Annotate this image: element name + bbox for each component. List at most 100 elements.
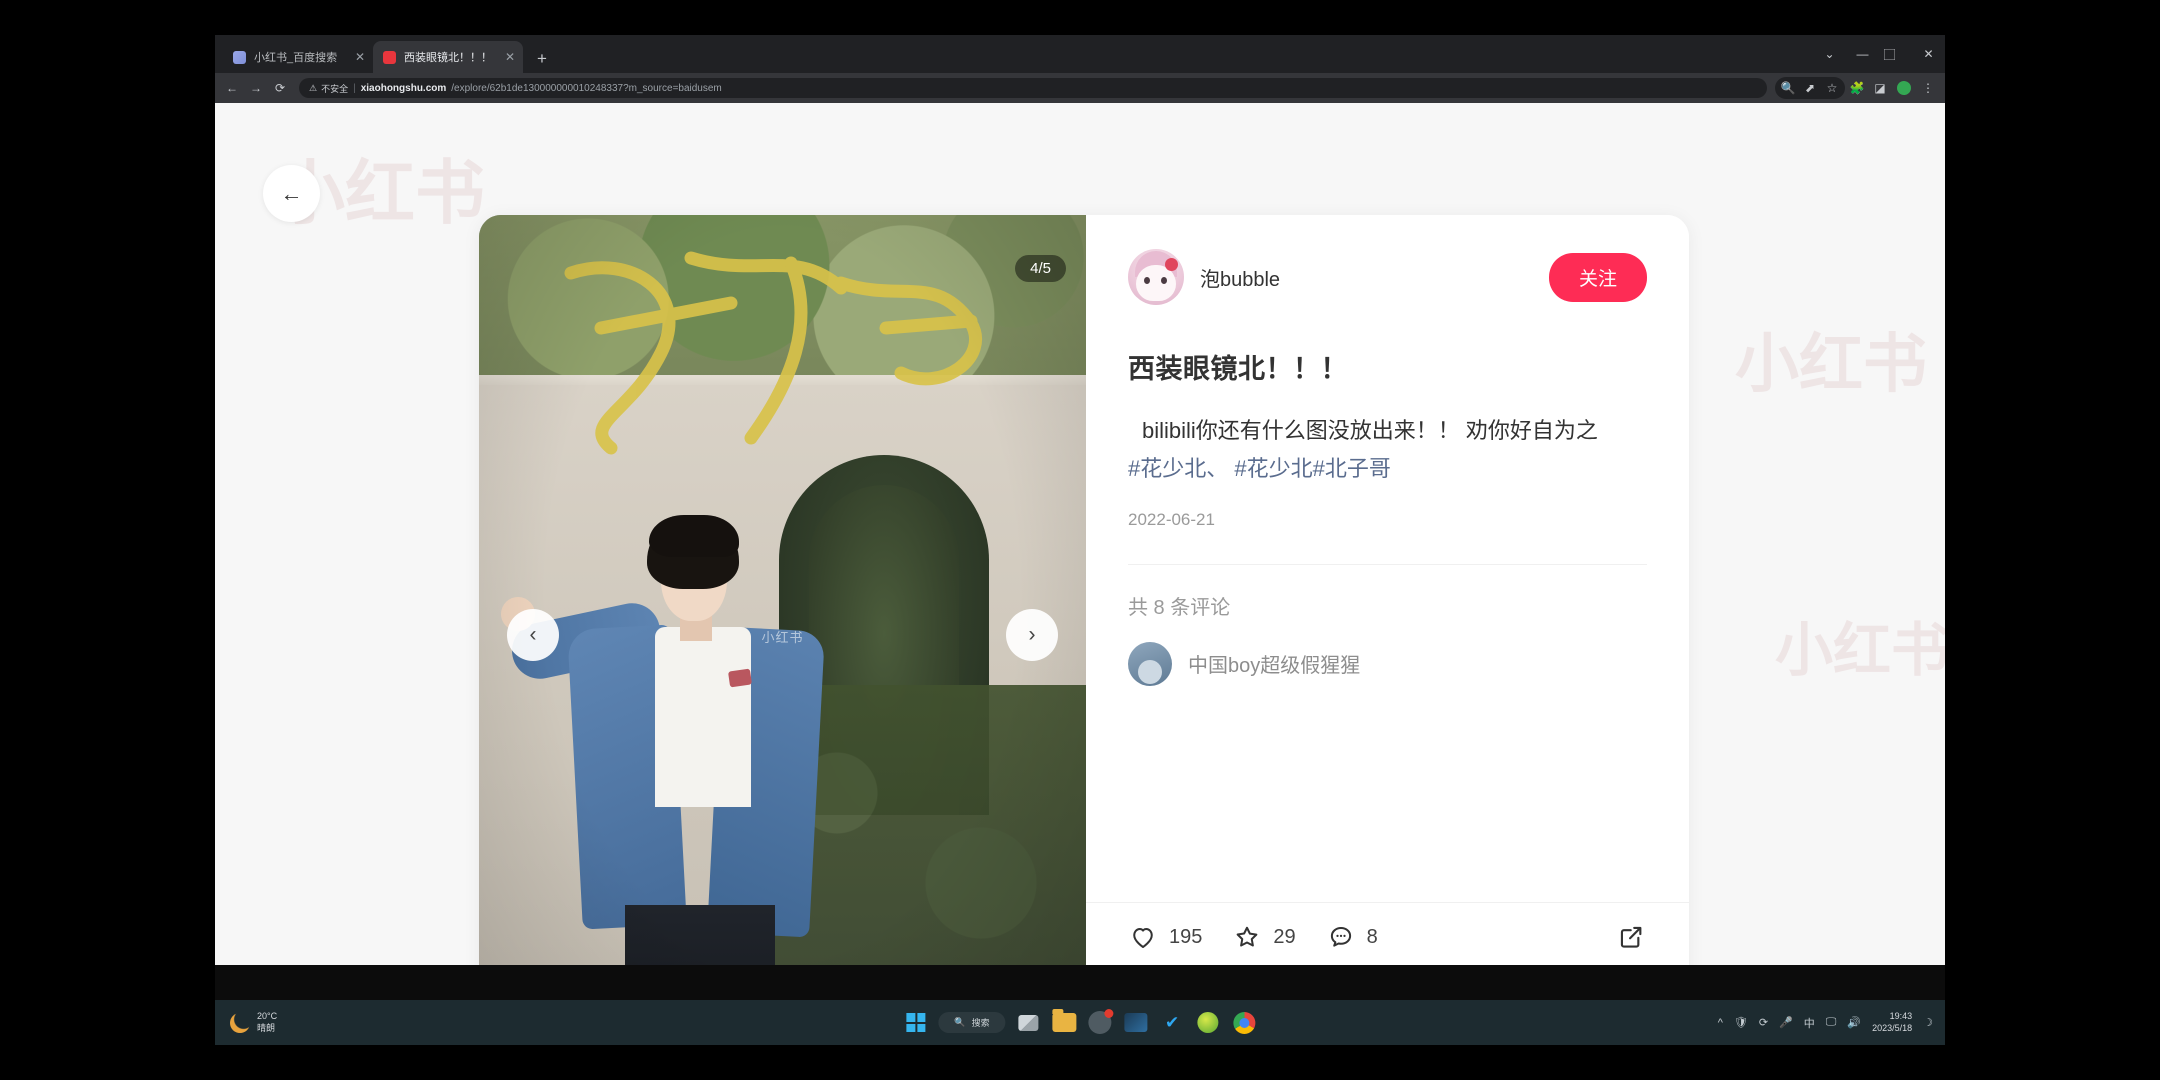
reload-icon[interactable]: ⟳ xyxy=(269,77,291,99)
next-image-button[interactable]: › xyxy=(1006,609,1058,661)
desktop: bilibili 直播 734 小红书_百度搜索 ✕ 西装眼镜北！！！ ✕ + xyxy=(215,35,1945,1045)
commenter-avatar[interactable] xyxy=(1128,641,1172,686)
display-icon[interactable]: 🖵 xyxy=(1826,1016,1837,1029)
todo-icon[interactable]: ✔ xyxy=(1159,1009,1186,1036)
menu-icon[interactable]: ⋮ xyxy=(1917,77,1939,99)
author-row: 泡bubble 关注 xyxy=(1128,249,1647,305)
image-carousel[interactable]: 小红书 4/5 ‹ › xyxy=(479,215,1086,965)
new-tab-button[interactable]: + xyxy=(529,49,555,73)
star-count: 29 xyxy=(1273,925,1296,948)
tray-date: 2023/5/18 xyxy=(1872,1022,1913,1033)
forward-icon[interactable]: → xyxy=(245,77,267,99)
weather-widget[interactable]: 20°C 晴朗 xyxy=(230,1011,277,1034)
tab-label: 小红书_百度搜索 xyxy=(254,52,338,64)
tray-time: 19:43 xyxy=(1889,1011,1913,1022)
not-secure-indicator[interactable]: ⚠ 不安全 xyxy=(309,82,348,95)
chrome-icon[interactable] xyxy=(1231,1009,1258,1036)
like-count: 195 xyxy=(1169,925,1203,948)
comment-action[interactable]: 8 xyxy=(1326,922,1378,952)
app-green-icon[interactable] xyxy=(1195,1009,1222,1036)
omnibox-separator: | xyxy=(353,82,356,94)
taskbar-apps: 🔍 搜索 ✔ xyxy=(902,1009,1257,1036)
xiaohongshu-page: 小红书 小红书 小红书 ← 小红书 4/5 ‹ › 泡bubble 关注 西装眼… xyxy=(215,103,1945,965)
task-view-icon[interactable] xyxy=(1015,1009,1042,1036)
photo-watermark: 小红书 xyxy=(761,630,804,645)
post-photo: 小红书 xyxy=(479,215,1086,965)
post-title: 西装眼镜北！！！ xyxy=(1128,354,1348,384)
chevron-down-icon[interactable]: ⌄ xyxy=(1813,39,1846,69)
comment-count-label: 共 8 条评论 xyxy=(1128,596,1231,619)
xiaohongshu-favicon xyxy=(383,50,396,64)
star-action[interactable]: 29 xyxy=(1232,922,1296,952)
close-icon[interactable]: ✕ xyxy=(505,51,515,63)
ime-icon[interactable]: 中 xyxy=(1804,1015,1815,1031)
post-hashtags[interactable]: #花少北、 #花少北#北子哥 xyxy=(1128,451,1647,486)
search-icon[interactable]: 🔍 xyxy=(1777,77,1799,99)
like-action[interactable]: 195 xyxy=(1128,922,1202,952)
post-body: bilibili你还有什么图没放出来！！ 劝你好自为之 xyxy=(1142,418,1598,443)
xiaohongshu-search-favicon xyxy=(233,50,246,64)
page-background-ghost-text: 小红书 xyxy=(1775,618,1945,683)
side-panel-icon[interactable]: ◪ xyxy=(1869,77,1891,99)
minimize-button[interactable]: — xyxy=(1846,39,1879,69)
chrome-window: 小红书_百度搜索 ✕ 西装眼镜北！！！ ✕ + ⌄ — ⃞ ✕ ← xyxy=(215,35,1945,965)
notification-icon[interactable]: ☽ xyxy=(1923,1016,1933,1029)
weather-temp: 20°C xyxy=(257,1011,278,1022)
back-button[interactable]: ← xyxy=(263,165,320,222)
star-icon xyxy=(1232,922,1262,952)
address-bar[interactable]: ⚠ 不安全 | xiaohongshu.com/explore/62b1de13… xyxy=(299,78,1767,98)
share-icon xyxy=(1615,921,1647,953)
heart-icon xyxy=(1128,922,1158,952)
tab-post[interactable]: 西装眼镜北！！！ ✕ xyxy=(373,41,523,73)
close-icon[interactable]: ✕ xyxy=(355,51,365,63)
follow-button[interactable]: 关注 xyxy=(1548,252,1647,302)
sync-icon[interactable]: ⟳ xyxy=(1759,1016,1768,1029)
tray-chevron-icon[interactable]: ^ xyxy=(1718,1017,1723,1029)
divider xyxy=(1128,563,1647,565)
puzzle-icon[interactable]: 🧩 xyxy=(1846,77,1868,99)
screen: bilibili 直播 734 小红书_百度搜索 ✕ 西装眼镜北！！！ ✕ + xyxy=(0,0,2160,1080)
toolbar-right-icons: 🔍 ⬈ ☆ 🧩 ◪ ⋮ xyxy=(1775,77,1939,99)
comment-bubble-icon xyxy=(1326,922,1356,952)
avatar[interactable] xyxy=(1128,249,1184,305)
prev-image-button[interactable]: ‹ xyxy=(507,609,559,661)
comment-count: 8 xyxy=(1366,925,1378,948)
browser-icon[interactable] xyxy=(1087,1009,1114,1036)
profile-avatar[interactable] xyxy=(1897,81,1911,95)
mic-icon[interactable]: 🎤 xyxy=(1779,1016,1793,1029)
security-label: 不安全 xyxy=(321,83,349,94)
warning-triangle-icon: ⚠ xyxy=(309,82,318,93)
tab-label: 西装眼镜北！！！ xyxy=(404,52,492,64)
commenter-name[interactable]: 中国boy超级假猩猩 xyxy=(1188,649,1360,678)
comment-item[interactable]: 中国boy超级假猩猩 xyxy=(1128,641,1647,686)
url-path: /explore/62b1de130000000010248337?m_sour… xyxy=(451,82,722,94)
post-details-pane: 泡bubble 关注 西装眼镜北！！！ bilibili你还有什么图没放出来！！… xyxy=(1086,215,1689,965)
windows-start-icon[interactable] xyxy=(902,1009,929,1036)
share-icon[interactable]: ⬈ xyxy=(1799,77,1821,99)
system-tray: ^ 🛡 ⟳ 🎤 中 🖵 🔊 19:43 2023/5/18 ☽ xyxy=(1718,1011,1933,1034)
search-label: 搜索 xyxy=(971,1018,990,1028)
scroll-fade xyxy=(1086,858,1689,902)
clock[interactable]: 19:43 2023/5/18 xyxy=(1872,1011,1912,1034)
maximize-button[interactable]: ⃞ xyxy=(1879,39,1912,69)
back-icon[interactable]: ← xyxy=(221,77,243,99)
file-explorer-icon[interactable] xyxy=(1051,1009,1078,1036)
tab-xiaohongshu-search[interactable]: 小红书_百度搜索 ✕ xyxy=(223,41,373,73)
close-window-button[interactable]: ✕ xyxy=(1912,39,1945,69)
photos-icon[interactable] xyxy=(1123,1009,1150,1036)
window-controls: ⌄ — ⃞ ✕ xyxy=(1813,35,1945,73)
search-icon: 🔍 xyxy=(954,1017,966,1027)
volume-icon[interactable]: 🔊 xyxy=(1847,1016,1861,1029)
tab-strip: 小红书_百度搜索 ✕ 西装眼镜北！！！ ✕ + ⌄ — ⃞ ✕ xyxy=(215,35,1945,73)
author-name[interactable]: 泡bubble xyxy=(1200,263,1280,292)
weather-condition: 晴朗 xyxy=(257,1022,276,1033)
url-domain: xiaohongshu.com xyxy=(360,82,447,94)
shield-icon[interactable]: 🛡 xyxy=(1734,1016,1748,1029)
taskbar-search[interactable]: 🔍 搜索 xyxy=(938,1012,1006,1033)
action-bar: 195 29 8 xyxy=(1086,902,1689,963)
taskbar: 20°C 晴朗 🔍 搜索 ✔ ^ 🛡 ⟳ 🎤 中 🖵 🔊 19:43 2023/… xyxy=(215,1000,1945,1045)
share-action[interactable] xyxy=(1615,921,1647,953)
post-card: 小红书 4/5 ‹ › 泡bubble 关注 西装眼镜北！！！ bilibili… xyxy=(479,215,1689,965)
star-icon[interactable]: ☆ xyxy=(1821,77,1843,99)
post-scroll-area[interactable]: 泡bubble 关注 西装眼镜北！！！ bilibili你还有什么图没放出来！！… xyxy=(1086,215,1689,902)
